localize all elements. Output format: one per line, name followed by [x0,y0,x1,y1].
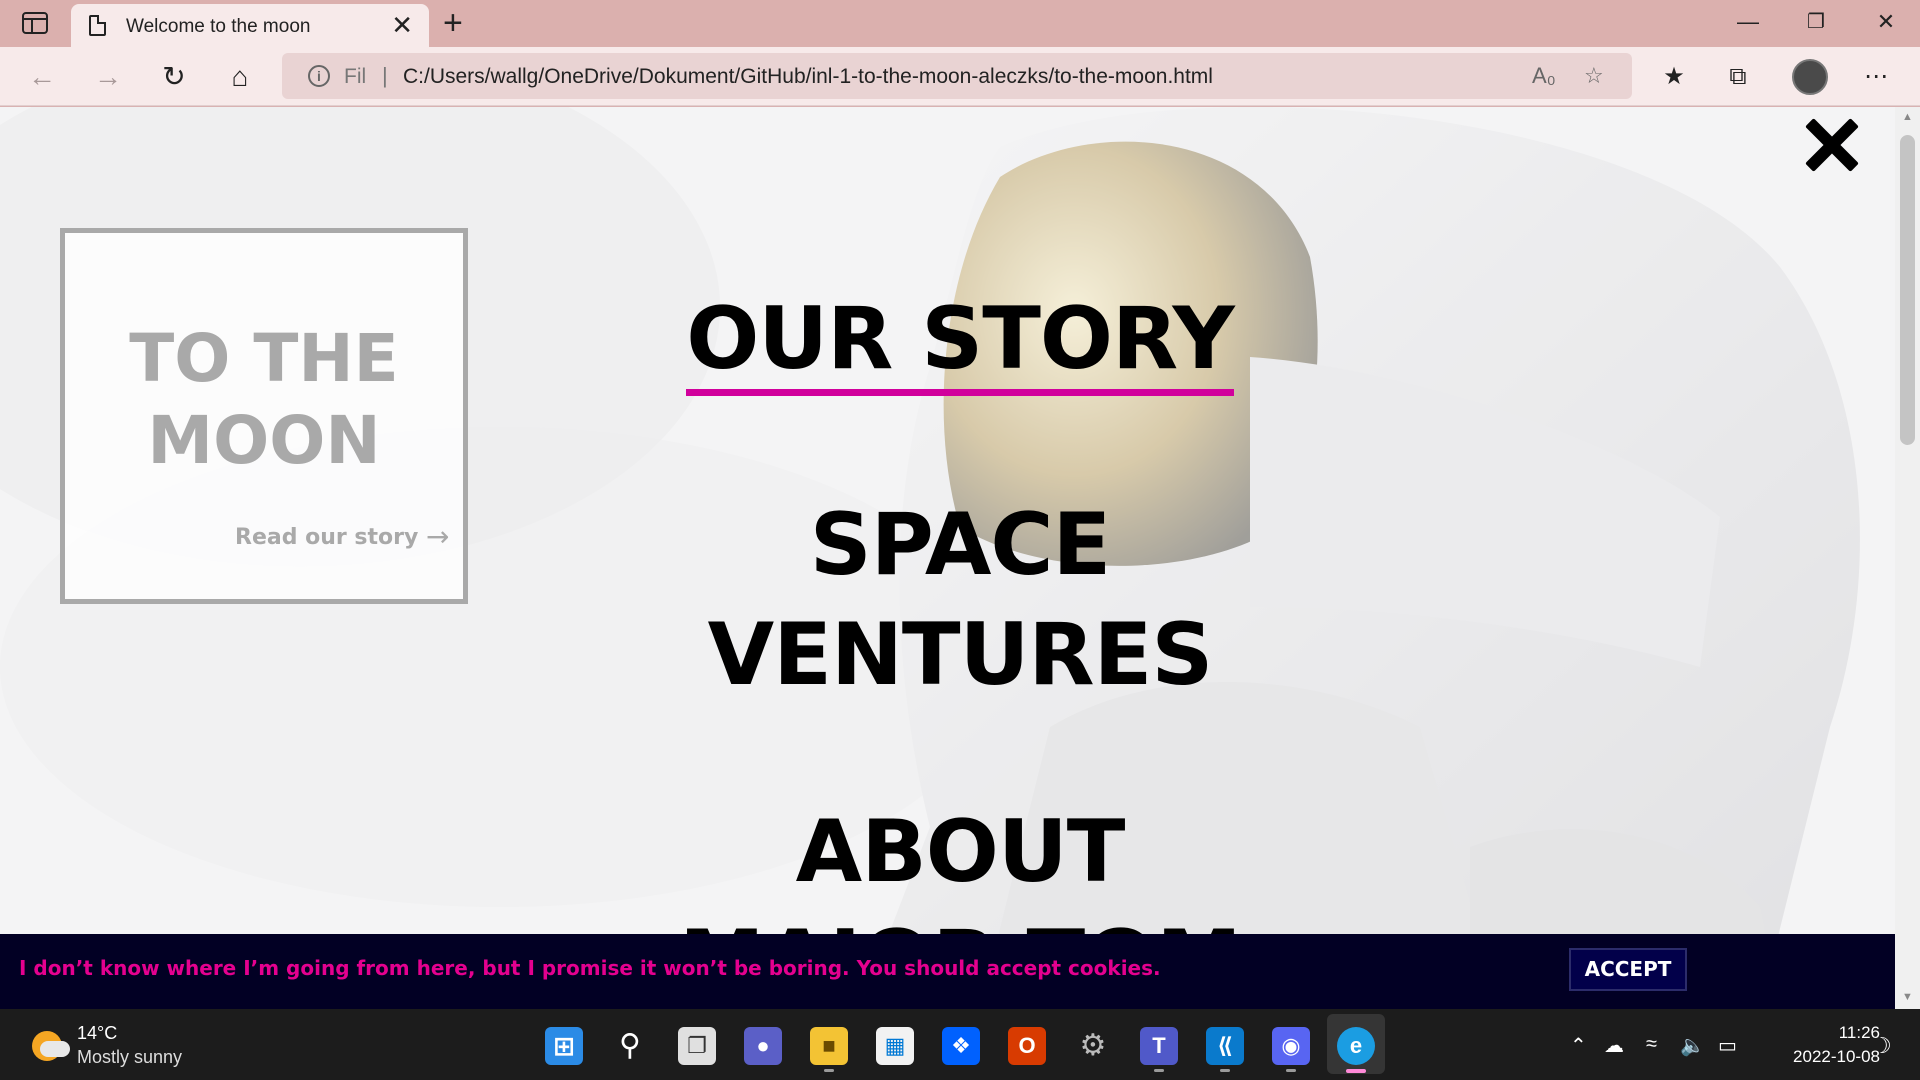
microsoft-store-icon[interactable]: ▦ [876,1027,914,1065]
scroll-up-icon[interactable]: ▲ [1902,111,1913,123]
discord-icon[interactable]: ◉ [1272,1027,1310,1065]
onedrive-cloud-icon[interactable]: ☁ [1604,1033,1624,1058]
url-separator: | [382,63,388,88]
discord-running-indicator [1286,1069,1296,1072]
cookie-banner: I don’t know where I’m going from here, … [0,934,1895,1009]
favorites-icon[interactable]: ★ [1656,59,1692,95]
new-tab-button[interactable]: + [443,5,463,41]
clock-date[interactable]: 2022-10-08 [1760,1047,1880,1067]
page-scrollbar[interactable]: ▲ ▼ [1895,107,1920,1009]
collections-icon[interactable]: ⧉ [1720,59,1756,95]
browser-tab[interactable]: Welcome to the moon ✕ [71,4,429,47]
edge-icon[interactable]: e [1337,1027,1375,1065]
card-title-line-1: TO THE [129,320,399,397]
address-bar[interactable]: i Fil | C:/Users/wallg/OneDrive/Dokument… [282,53,1632,99]
browser-toolbar: ← → ↻ ⌂ i Fil | C:/Users/wallg/OneDrive/… [0,47,1920,106]
wifi-icon[interactable]: ≈ [1646,1033,1657,1056]
scroll-down-icon[interactable]: ▼ [1902,991,1913,1003]
page-viewport: TO THE MOON Read our story → OUR STORY S… [0,107,1920,1009]
show-hidden-icons-chevron-icon[interactable]: ⌃ [1570,1033,1587,1058]
menu-item-our-story[interactable]: OUR STORY [640,289,1280,396]
file-explorer-icon[interactable]: ■ [810,1027,848,1065]
tab-title: Welcome to the moon [126,16,311,37]
volume-icon[interactable]: 🔈 [1680,1033,1705,1058]
info-icon[interactable]: i [308,65,330,87]
start-icon[interactable]: ⊞ [545,1027,583,1065]
reload-button[interactable]: ↻ [154,57,194,97]
menu-item-our-story-label: OUR STORY [686,289,1235,396]
page-icon [89,15,106,36]
windows-taskbar: 14°C Mostly sunny ⊞ ⚲ ❐ ● ■ ▦ ❖ O ⚙ T ⟪ … [0,1009,1920,1080]
url-scheme-label: Fil [344,65,367,88]
accept-cookies-button[interactable]: ACCEPT [1569,948,1687,991]
add-favorite-icon[interactable]: ☆ [1584,63,1604,89]
menu-item-space-ventures[interactable]: SPACE VENTURES [640,490,1280,710]
weather-icon[interactable] [32,1031,70,1061]
notifications-moon-icon[interactable]: ☽ [1872,1033,1892,1059]
back-button[interactable]: ← [22,57,62,97]
tab-close-button[interactable]: ✕ [391,12,413,38]
task-view-icon[interactable]: ❐ [678,1027,716,1065]
search-icon[interactable]: ⚲ [611,1027,649,1065]
card-title-line-2: MOON [147,402,381,479]
teams-running-indicator [1154,1069,1164,1072]
settings-gear-icon[interactable]: ⚙ [1074,1027,1112,1065]
dropbox-icon[interactable]: ❖ [942,1027,980,1065]
vscode-icon[interactable]: ⟪ [1206,1027,1244,1065]
tab-strip: Welcome to the moon ✕ + — ❐ ✕ [0,0,1920,47]
arrow-right-icon: → [426,520,450,553]
close-window-button[interactable]: ✕ [1866,6,1906,38]
teams-icon[interactable]: T [1140,1027,1178,1065]
menu-item-ventures-label: VENTURES [707,605,1214,705]
menu-item-about-label: ABOUT [795,802,1126,902]
read-aloud-icon[interactable]: A₀ [1532,63,1556,89]
close-menu-button[interactable] [1800,115,1860,175]
minimize-button[interactable]: — [1728,6,1768,38]
read-our-story-link[interactable]: Read our story → [235,520,449,553]
story-card[interactable]: TO THE MOON Read our story → [60,228,468,604]
battery-icon[interactable]: ▭ [1718,1033,1737,1058]
read-our-story-label: Read our story [235,525,419,550]
vscode-running-indicator [1220,1069,1230,1072]
home-button[interactable]: ⌂ [220,57,260,97]
forward-button[interactable]: → [88,57,128,97]
card-title: TO THE MOON [65,318,463,482]
restore-button[interactable]: ❐ [1796,6,1836,38]
scrollbar-thumb[interactable] [1900,135,1915,445]
weather-description[interactable]: Mostly sunny [77,1047,182,1068]
chat-icon[interactable]: ● [744,1027,782,1065]
tab-actions-icon[interactable] [22,12,48,34]
cookie-message: I don’t know where I’m going from here, … [19,956,1161,980]
office-icon[interactable]: O [1008,1027,1046,1065]
url-text[interactable]: C:/Users/wallg/OneDrive/Dokument/GitHub/… [403,65,1213,89]
profile-avatar[interactable] [1792,59,1828,95]
more-menu-icon[interactable]: ⋯ [1858,59,1894,95]
clock-time[interactable]: 11:26 [1800,1023,1880,1043]
menu-item-space-label: SPACE [809,495,1112,595]
file-explorer-running-indicator [824,1069,834,1072]
weather-temperature[interactable]: 14°C [77,1023,117,1044]
edge-active-indicator [1346,1069,1366,1073]
